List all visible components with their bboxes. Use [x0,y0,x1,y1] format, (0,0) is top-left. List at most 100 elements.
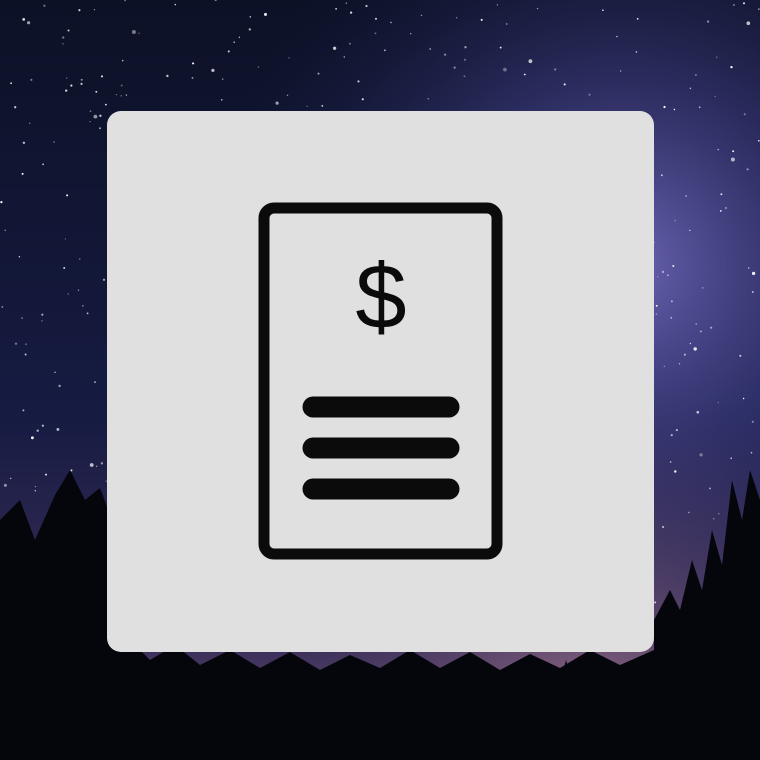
star [696,410,700,414]
star [672,264,675,268]
invoice-document-icon [258,202,503,560]
star [238,36,241,39]
star [427,98,429,100]
star [125,94,128,96]
star [669,461,672,463]
star [22,141,26,144]
star [67,293,69,295]
star [663,105,666,109]
star [698,106,701,109]
star [30,436,34,440]
star [716,56,718,58]
star [89,110,92,113]
star [102,278,106,281]
star [563,83,566,86]
star [96,465,98,467]
star [221,99,223,101]
star [712,517,715,520]
star [54,371,56,373]
star [701,287,704,289]
star [390,21,392,24]
star [65,89,68,92]
icon-card: $ [107,111,654,652]
star [98,127,101,130]
star [689,342,692,345]
star [699,330,702,333]
star [719,209,722,212]
star [166,74,169,78]
star [25,343,27,345]
star [100,462,104,465]
star [41,424,44,427]
star [357,80,360,83]
star [62,43,64,45]
star [536,7,539,10]
star [120,95,123,97]
star [720,193,723,196]
star [131,30,136,34]
star [63,266,66,269]
star [693,347,697,351]
star [706,20,710,23]
star [18,256,21,258]
star [667,274,669,276]
star [64,238,67,240]
star [82,305,84,307]
star [263,12,268,16]
star [678,363,681,365]
star [332,46,337,50]
star [317,72,320,75]
star [174,3,177,6]
star [751,271,756,276]
star [662,525,665,529]
star [89,463,94,467]
star [348,42,351,45]
star [34,490,37,492]
star [496,4,499,6]
star [657,276,659,278]
star [321,105,324,107]
star [335,8,337,10]
star [717,402,719,404]
star [227,50,230,53]
star [588,93,591,96]
star [410,33,412,35]
star [14,106,17,109]
star [78,9,81,12]
star [89,120,91,123]
star [732,4,735,6]
star [22,18,26,21]
star [528,59,533,64]
star [654,601,657,604]
star [105,103,107,106]
star [138,32,140,34]
star [699,453,703,457]
star [714,95,716,98]
star [121,59,124,62]
star [124,0,126,2]
star [730,157,735,162]
star [730,65,733,69]
star [751,291,754,293]
star [689,87,692,90]
star [10,82,13,85]
star [4,229,7,232]
star [673,108,676,111]
star [635,51,638,53]
star [455,17,458,19]
star [94,381,96,383]
star [499,46,502,49]
star [120,84,123,87]
star [1,305,4,308]
star [361,98,364,101]
star [3,483,7,487]
star [62,36,65,39]
star [77,289,80,291]
star [26,21,31,25]
star [78,258,81,260]
star [683,353,686,356]
star [746,168,749,171]
star [365,4,368,8]
star [757,139,760,142]
star [670,433,673,437]
